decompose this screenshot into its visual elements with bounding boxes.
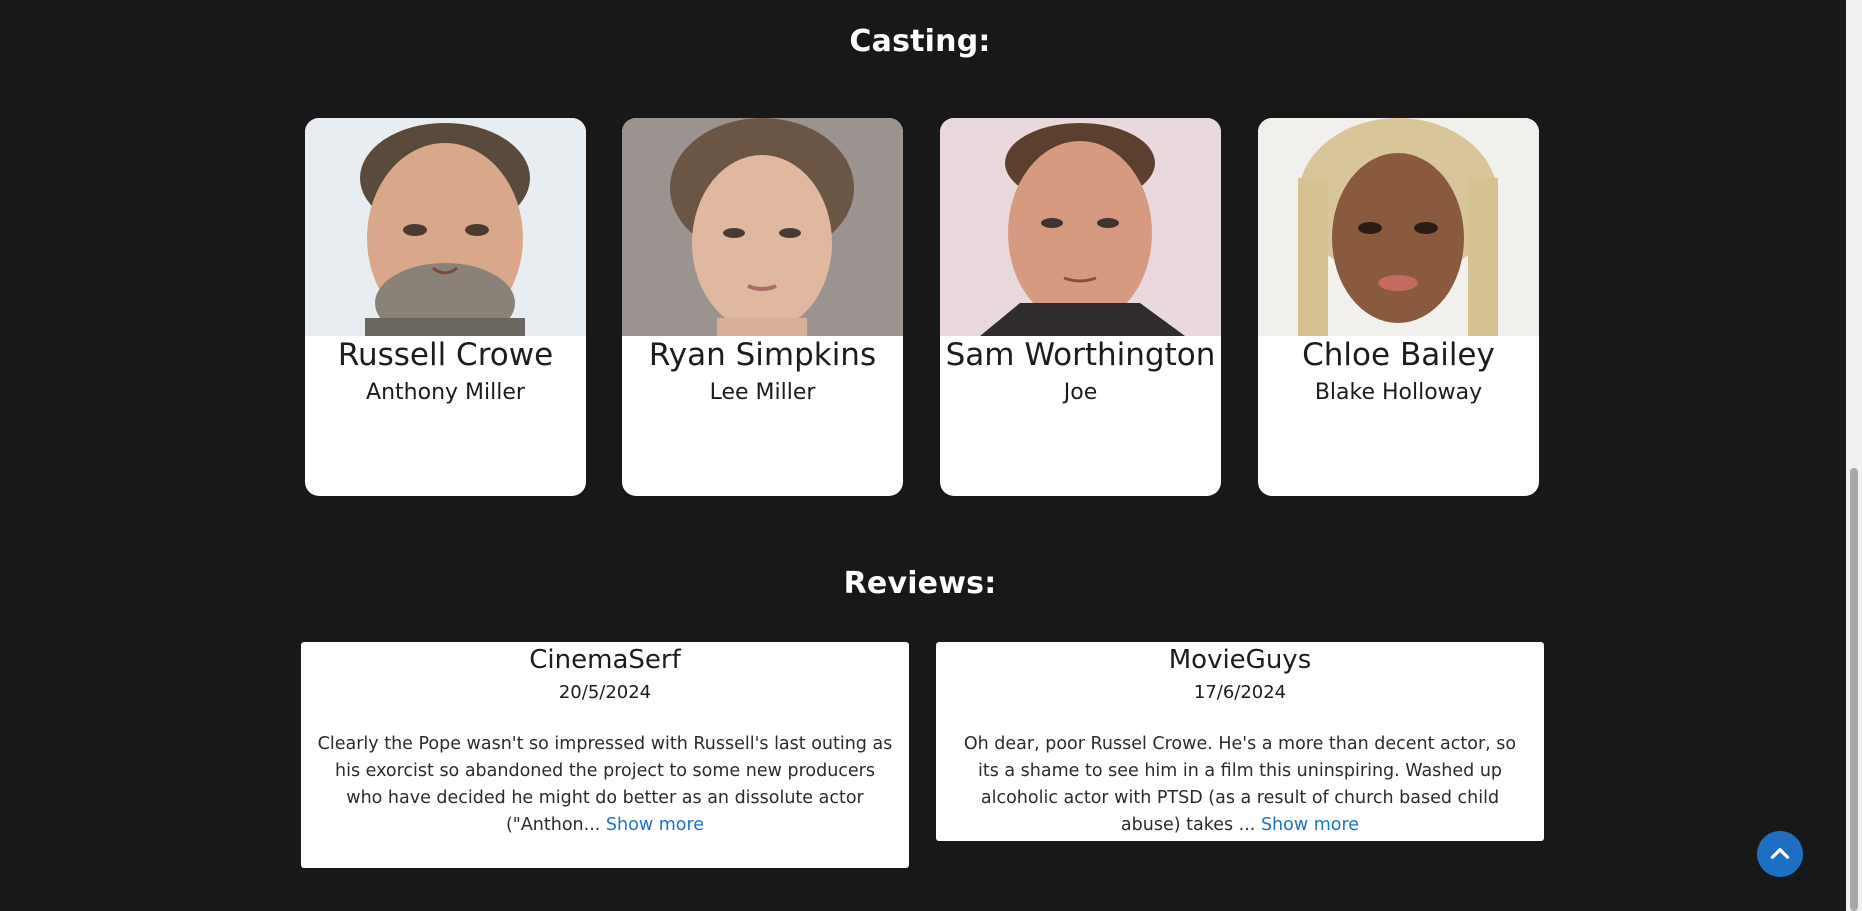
character-name: Anthony Miller — [366, 380, 525, 405]
show-more-link[interactable]: Show more — [606, 815, 704, 835]
actor-photo — [1258, 118, 1539, 336]
casting-heading: Casting: — [849, 24, 991, 59]
cast-card[interactable]: Ryan Simpkins Lee Miller — [622, 118, 903, 496]
character-name: Lee Miller — [709, 380, 816, 405]
character-name: Joe — [1063, 380, 1098, 405]
review-card: MovieGuys 17/6/2024 Oh dear, poor Russel… — [936, 642, 1544, 841]
show-more-link[interactable]: Show more — [1261, 815, 1359, 835]
actor-photo — [305, 118, 586, 336]
actor-name: Russell Crowe — [337, 337, 554, 373]
actor-name: Chloe Bailey — [1302, 337, 1495, 373]
chevron-up-icon — [1770, 848, 1790, 859]
review-text: Clearly the Pope wasn't so impressed wit… — [317, 731, 893, 839]
review-excerpt: Oh dear, poor Russel Crowe. He's a more … — [963, 734, 1517, 835]
cast-card[interactable]: Russell Crowe Anthony Miller — [305, 118, 586, 496]
reviews-heading: Reviews: — [843, 566, 997, 601]
page: Casting: Russell Crowe Anthony Miller Ry… — [0, 0, 1862, 911]
review-date: 17/6/2024 — [1193, 682, 1287, 703]
actor-photo — [940, 118, 1221, 336]
cast-card[interactable]: Sam Worthington Joe — [940, 118, 1221, 496]
character-name: Blake Holloway — [1314, 380, 1483, 405]
review-author: MovieGuys — [1168, 645, 1312, 675]
cast-card[interactable]: Chloe Bailey Blake Holloway — [1258, 118, 1539, 496]
actor-name: Sam Worthington — [945, 337, 1216, 373]
scroll-to-top-button[interactable] — [1757, 831, 1803, 877]
scrollbar-thumb[interactable] — [1850, 468, 1858, 911]
review-card: CinemaSerf 20/5/2024 Clearly the Pope wa… — [301, 642, 909, 868]
review-text: Oh dear, poor Russel Crowe. He's a more … — [952, 731, 1528, 839]
actor-photo — [622, 118, 903, 336]
review-date: 20/5/2024 — [558, 682, 652, 703]
actor-name: Ryan Simpkins — [648, 337, 877, 373]
review-author: CinemaSerf — [529, 645, 681, 675]
